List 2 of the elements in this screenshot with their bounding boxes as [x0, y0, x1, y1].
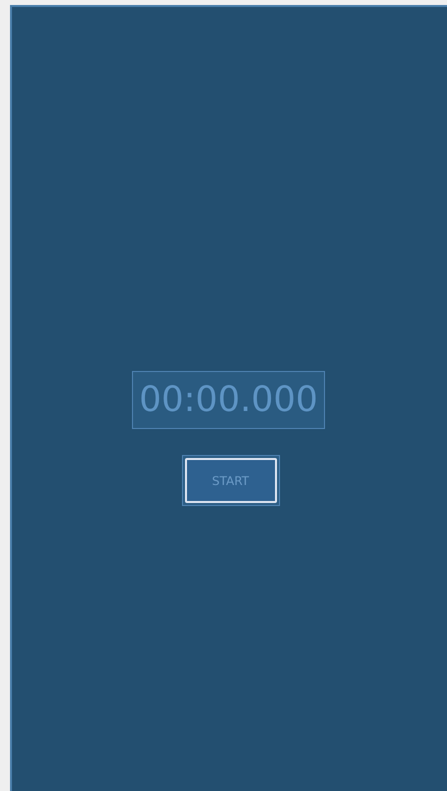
timer-display: 00:00.000	[132, 371, 325, 429]
start-button[interactable]: START	[184, 458, 276, 503]
